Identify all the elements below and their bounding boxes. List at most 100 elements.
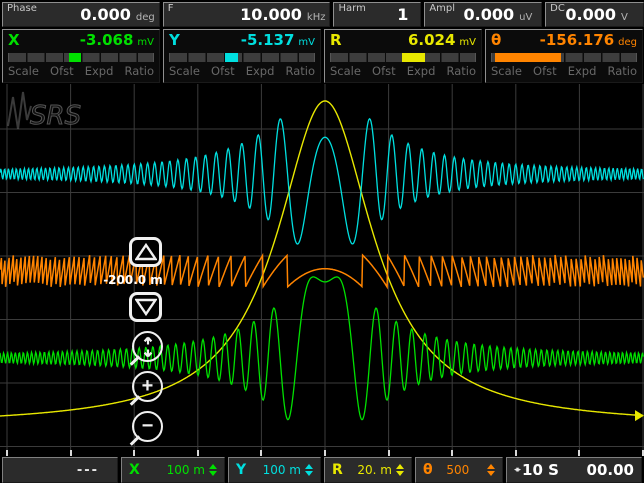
zoom-in-button[interactable]: + <box>132 371 163 402</box>
offset-readout: -200.0 m <box>101 273 165 287</box>
r-scale-segment[interactable]: R 20. m <box>324 457 412 483</box>
time-tick <box>133 450 135 456</box>
time-tick <box>388 450 390 456</box>
time-tick <box>515 450 517 456</box>
tab-expd[interactable]: Expd <box>568 64 597 78</box>
up-down-arrows-icon[interactable] <box>209 464 217 476</box>
channel-x-panel[interactable]: X -3.068 mV Scale Ofst Expd Ratio <box>2 29 160 83</box>
tab-ofst[interactable]: Ofst <box>533 64 557 78</box>
phase-value: 0.000 <box>80 5 131 24</box>
phase-setting[interactable]: Phase 0.000 deg <box>2 2 160 27</box>
x-scale-letter: X <box>129 462 140 478</box>
tab-ratio[interactable]: Ratio <box>124 64 154 78</box>
r-scale-value: 20. m <box>357 463 392 477</box>
channel-y-panel[interactable]: Y -5.137 mV Scale Ofst Expd Ratio <box>163 29 321 83</box>
time-tick <box>451 450 453 456</box>
tab-scale[interactable]: Scale <box>330 64 361 78</box>
tab-expd[interactable]: Expd <box>246 64 275 78</box>
time-tick <box>197 450 199 456</box>
channel-y-value: -5.137 <box>180 31 295 49</box>
trace-x <box>0 277 643 420</box>
y-scale-letter: Y <box>236 462 246 478</box>
settings-bar: Phase 0.000 deg F 10.000 kHz Harm 1 Ampl… <box>0 0 644 27</box>
channel-r-letter: R <box>330 31 342 49</box>
pan-down-button[interactable] <box>129 292 162 322</box>
run-state-value: --- <box>77 463 99 478</box>
waveform-plot: SRS <box>0 84 644 450</box>
auto-scale-button[interactable] <box>132 331 163 362</box>
channel-x-offset-slider[interactable] <box>8 53 154 62</box>
x-scale-segment[interactable]: X 100 m <box>121 457 225 483</box>
frequency-unit: kHz <box>307 12 326 24</box>
scale-bar: --- X 100 m Y 100 m R 20. m θ 500 <box>0 457 644 483</box>
theta-scale-letter: θ <box>423 462 433 478</box>
trace-r <box>0 101 643 416</box>
phase-label: Phase <box>7 3 37 14</box>
tab-scale[interactable]: Scale <box>491 64 522 78</box>
tab-ratio[interactable]: Ratio <box>607 64 637 78</box>
up-down-arrows-icon[interactable] <box>396 464 404 476</box>
tab-expd[interactable]: Expd <box>85 64 114 78</box>
dc-value: 0.000 <box>565 5 616 24</box>
amplitude-setting[interactable]: Ampl 0.000 uV <box>424 2 542 27</box>
tab-ofst[interactable]: Ofst <box>211 64 235 78</box>
run-state-segment[interactable]: --- <box>2 457 118 483</box>
channel-readout-bar: X -3.068 mV Scale Ofst Expd Ratio Y -5.1… <box>0 27 644 83</box>
y-scale-value: 100 m <box>263 463 301 477</box>
up-down-arrows-icon[interactable] <box>487 464 495 476</box>
tab-expd[interactable]: Expd <box>407 64 436 78</box>
zoom-out-button[interactable]: − <box>132 411 163 442</box>
channel-r-panel[interactable]: R 6.024 mV Scale Ofst Expd Ratio <box>324 29 482 83</box>
srs-logo-squiggle <box>8 92 31 129</box>
dc-label: DC <box>550 3 565 14</box>
lockin-amplifier-screen: Phase 0.000 deg F 10.000 kHz Harm 1 Ampl… <box>0 0 644 483</box>
frequency-setting[interactable]: F 10.000 kHz <box>163 2 331 27</box>
amplitude-label: Ampl <box>429 3 455 14</box>
tab-scale[interactable]: Scale <box>169 64 200 78</box>
channel-theta-panel[interactable]: θ -156.176 deg Scale Ofst Expd Ratio <box>485 29 643 83</box>
channel-theta-value: -156.176 <box>501 31 614 49</box>
tab-ofst[interactable]: Ofst <box>372 64 396 78</box>
srs-logo-text: SRS <box>30 101 81 131</box>
channel-r-offset-slider[interactable] <box>330 53 476 62</box>
trace-y <box>0 119 643 244</box>
tab-scale[interactable]: Scale <box>8 64 39 78</box>
time-tick <box>260 450 262 456</box>
strip-chart-area[interactable]: SRS -200.0 m + − <box>0 84 644 450</box>
pan-up-button[interactable] <box>129 237 162 267</box>
dc-setting[interactable]: DC 0.000 V <box>545 2 644 27</box>
time-readout: 00.00 <box>587 461 634 479</box>
up-down-arrows-icon[interactable] <box>305 464 313 476</box>
channel-x-value: -3.068 <box>20 31 134 49</box>
channel-r-unit: mV <box>459 37 476 48</box>
minus-icon: − <box>142 416 154 436</box>
harmonic-setting[interactable]: Harm 1 <box>333 2 421 27</box>
channel-theta-letter: θ <box>491 31 501 49</box>
tab-ratio[interactable]: Ratio <box>446 64 476 78</box>
channel-x-letter: X <box>8 31 20 49</box>
time-tick <box>6 450 8 456</box>
channel-y-letter: Y <box>169 31 180 49</box>
slider-indicator[interactable] <box>69 53 81 62</box>
slider-indicator[interactable] <box>225 53 238 62</box>
y-scale-segment[interactable]: Y 100 m <box>228 457 321 483</box>
x-scale-value: 100 m <box>167 463 205 477</box>
frequency-label: F <box>168 3 174 14</box>
channel-y-offset-slider[interactable] <box>169 53 315 62</box>
time-tick <box>70 450 72 456</box>
harmonic-label: Harm <box>338 3 365 14</box>
channel-x-unit: mV <box>137 37 154 48</box>
time-tick <box>578 450 580 456</box>
channel-theta-offset-slider[interactable] <box>491 53 637 62</box>
channel-theta-unit: deg <box>618 37 637 48</box>
slider-indicator[interactable] <box>495 53 561 62</box>
tab-ofst[interactable]: Ofst <box>50 64 74 78</box>
tab-ratio[interactable]: Ratio <box>285 64 315 78</box>
slider-indicator[interactable] <box>402 53 425 62</box>
time-span-segment[interactable]: ◂▸ 10 S 00.00 <box>506 457 642 483</box>
theta-scale-segment[interactable]: θ 500 <box>415 457 503 483</box>
channel-y-unit: mV <box>298 37 315 48</box>
amplitude-unit: uV <box>519 12 537 24</box>
time-axis-ticks <box>0 450 644 457</box>
plus-icon: + <box>142 376 154 396</box>
